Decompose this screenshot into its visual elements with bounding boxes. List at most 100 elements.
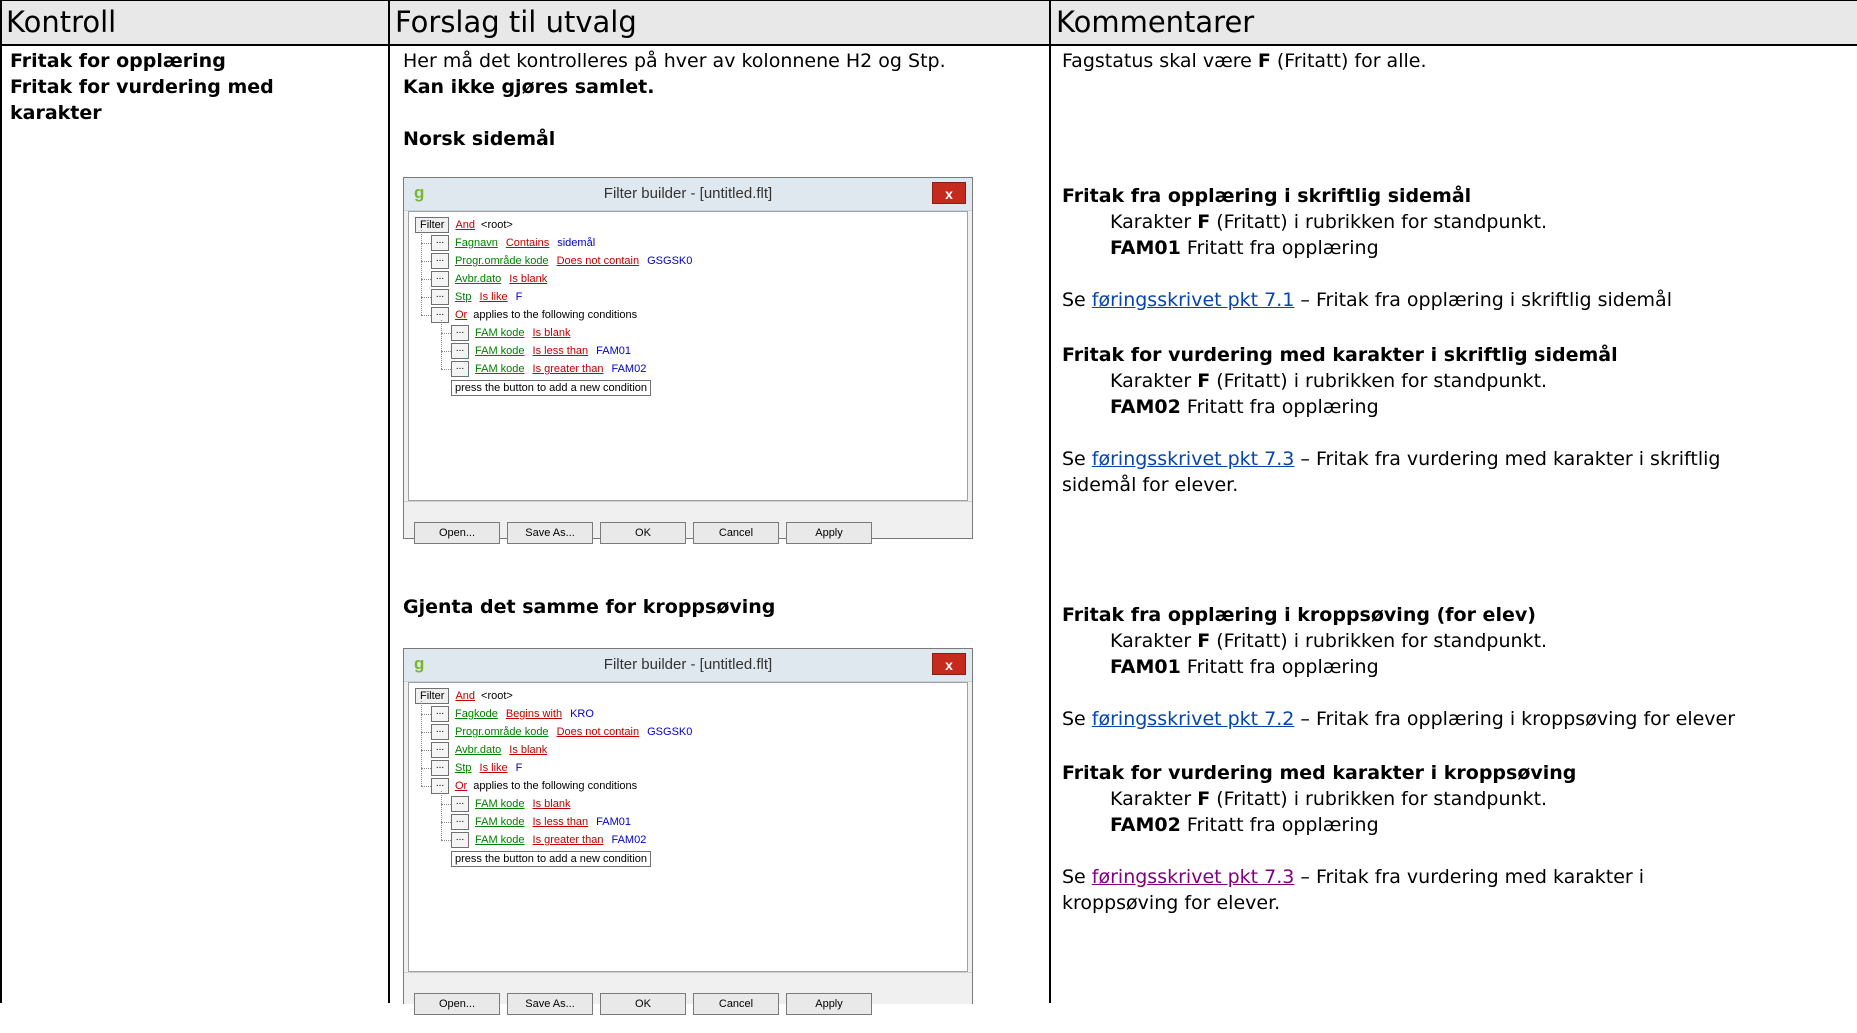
- condition-field-link[interactable]: FAM kode: [475, 834, 525, 846]
- condition-menu-button[interactable]: ...: [451, 361, 469, 378]
- condition-field-link[interactable]: FAM kode: [475, 327, 525, 339]
- tree-connector: [441, 351, 451, 352]
- condition-menu-button[interactable]: ...: [431, 235, 449, 252]
- condition-value[interactable]: sidemål: [557, 237, 595, 249]
- condition-value[interactable]: KRO: [570, 708, 594, 720]
- condition-operator-link[interactable]: Begins with: [506, 708, 562, 720]
- apply-button[interactable]: Apply: [786, 993, 872, 1015]
- cancel-button[interactable]: Cancel: [693, 522, 779, 544]
- cancel-button[interactable]: Cancel: [693, 993, 779, 1015]
- filter-group-row: ... Or applies to the following conditions: [431, 306, 637, 324]
- condition-field-link[interactable]: Progr.område kode: [455, 255, 549, 267]
- comment-heading: Fritak fra opplæring i skriftlig sidemål: [1062, 185, 1472, 207]
- root-operator-link[interactable]: And: [455, 690, 475, 702]
- condition-operator-link[interactable]: Is less than: [533, 816, 589, 828]
- root-operator-link[interactable]: And: [455, 219, 475, 231]
- group-menu-button[interactable]: ...: [431, 307, 449, 324]
- condition-field-link[interactable]: Fagnavn: [455, 237, 498, 249]
- condition-field-link[interactable]: FAM kode: [475, 798, 525, 810]
- add-condition-button[interactable]: press the button to add a new condition: [451, 380, 652, 396]
- condition-menu-button[interactable]: ...: [451, 796, 469, 813]
- condition-operator-link[interactable]: Is greater than: [533, 363, 604, 375]
- close-button[interactable]: x: [932, 653, 966, 675]
- condition-operator-link[interactable]: Is blank: [533, 327, 571, 339]
- condition-field-link[interactable]: FAM kode: [475, 816, 525, 828]
- filter-condition-row: ... Stp Is like F: [431, 759, 522, 777]
- comment-text: Fritatt fra opplæring: [1180, 814, 1379, 836]
- comment-text: (Fritatt) i rubrikken for standpunkt.: [1210, 788, 1548, 810]
- condition-operator-link[interactable]: Is blank: [509, 744, 547, 756]
- condition-operator-link[interactable]: Does not contain: [557, 726, 640, 738]
- condition-value[interactable]: FAM01: [596, 816, 631, 828]
- condition-value[interactable]: GSGSK0: [647, 255, 692, 267]
- fam-code: FAM01: [1110, 237, 1181, 259]
- condition-menu-button[interactable]: ...: [431, 742, 449, 759]
- condition-menu-button[interactable]: ...: [431, 289, 449, 306]
- ok-button[interactable]: OK: [600, 993, 686, 1015]
- condition-operator-link[interactable]: Is blank: [509, 273, 547, 285]
- condition-value[interactable]: FAM02: [611, 363, 646, 375]
- filter-condition-row: ... Avbr.dato Is blank: [431, 270, 555, 288]
- tree-connector: [421, 243, 431, 244]
- condition-value[interactable]: F: [516, 291, 523, 303]
- condition-field-link[interactable]: Progr.område kode: [455, 726, 549, 738]
- condition-operator-link[interactable]: Does not contain: [557, 255, 640, 267]
- filter-root-row: Filter And <root>: [415, 216, 513, 234]
- condition-field-link[interactable]: Avbr.dato: [455, 744, 501, 756]
- condition-field-link[interactable]: FAM kode: [475, 345, 525, 357]
- condition-menu-button[interactable]: ...: [451, 814, 469, 831]
- save-as-button[interactable]: Save As...: [507, 522, 593, 544]
- filter-condition-row: ... FAM kode Is greater than FAM02: [451, 360, 646, 378]
- condition-operator-link[interactable]: Is greater than: [533, 834, 604, 846]
- condition-operator-link[interactable]: Is less than: [533, 345, 589, 357]
- save-as-button[interactable]: Save As...: [507, 993, 593, 1015]
- condition-value[interactable]: FAM02: [611, 834, 646, 846]
- condition-operator-link[interactable]: Is like: [480, 291, 508, 303]
- group-menu-button[interactable]: ...: [431, 778, 449, 795]
- condition-menu-button[interactable]: ...: [451, 325, 469, 342]
- condition-menu-button[interactable]: ...: [431, 724, 449, 741]
- filter-tree: Filter And <root>... Fagnavn Contains sidemål…: [408, 211, 968, 501]
- group-operator-link[interactable]: Or: [455, 780, 467, 792]
- condition-menu-button[interactable]: ...: [431, 706, 449, 723]
- forslag-intro: Her må det kontrolleres på hver av kolon…: [403, 50, 946, 72]
- condition-operator-link[interactable]: Is blank: [533, 798, 571, 810]
- group-operator-link[interactable]: Or: [455, 309, 467, 321]
- foringsskriv-link[interactable]: føringsskrivet pkt 7.2: [1092, 708, 1295, 730]
- condition-field-link[interactable]: Fagkode: [455, 708, 498, 720]
- comment-line: Karakter F (Fritatt) i rubrikken for sta…: [1062, 368, 1720, 394]
- condition-field-link[interactable]: FAM kode: [475, 363, 525, 375]
- comment-line: FAM01 Fritatt fra opplæring: [1062, 654, 1735, 680]
- condition-value[interactable]: FAM01: [596, 345, 631, 357]
- close-button[interactable]: x: [932, 182, 966, 204]
- apply-button[interactable]: Apply: [786, 522, 872, 544]
- condition-menu-button[interactable]: ...: [431, 271, 449, 288]
- condition-field-link[interactable]: Stp: [455, 762, 472, 774]
- filter-condition-row: ... Fagkode Begins with KRO: [431, 705, 594, 723]
- condition-field-link[interactable]: Avbr.dato: [455, 273, 501, 285]
- ok-button[interactable]: OK: [600, 522, 686, 544]
- open-button[interactable]: Open...: [414, 993, 500, 1015]
- add-condition-button[interactable]: press the button to add a new condition: [451, 851, 652, 867]
- condition-menu-button[interactable]: ...: [431, 760, 449, 777]
- tree-connector: [421, 732, 431, 733]
- tree-connector: [421, 279, 431, 280]
- foringsskriv-link[interactable]: føringsskrivet pkt 7.3: [1092, 448, 1295, 470]
- condition-menu-button[interactable]: ...: [431, 253, 449, 270]
- condition-value[interactable]: F: [516, 762, 523, 774]
- grade-code: F: [1197, 788, 1211, 810]
- condition-field-link[interactable]: Stp: [455, 291, 472, 303]
- foringsskriv-link[interactable]: føringsskrivet pkt 7.3: [1092, 866, 1295, 888]
- comment-text: Se: [1062, 708, 1092, 730]
- filter-condition-row: ... Fagnavn Contains sidemål: [431, 234, 595, 252]
- condition-value[interactable]: GSGSK0: [647, 726, 692, 738]
- open-button[interactable]: Open...: [414, 522, 500, 544]
- condition-menu-button[interactable]: ...: [451, 343, 469, 360]
- condition-menu-button[interactable]: ...: [451, 832, 469, 849]
- comment-heading: Fritak for vurdering med karakter i skri…: [1062, 344, 1618, 366]
- condition-operator-link[interactable]: Is like: [480, 762, 508, 774]
- fagstatus-code: F: [1257, 50, 1271, 72]
- foringsskriv-link[interactable]: føringsskrivet pkt 7.1: [1092, 289, 1295, 311]
- condition-operator-link[interactable]: Contains: [506, 237, 549, 249]
